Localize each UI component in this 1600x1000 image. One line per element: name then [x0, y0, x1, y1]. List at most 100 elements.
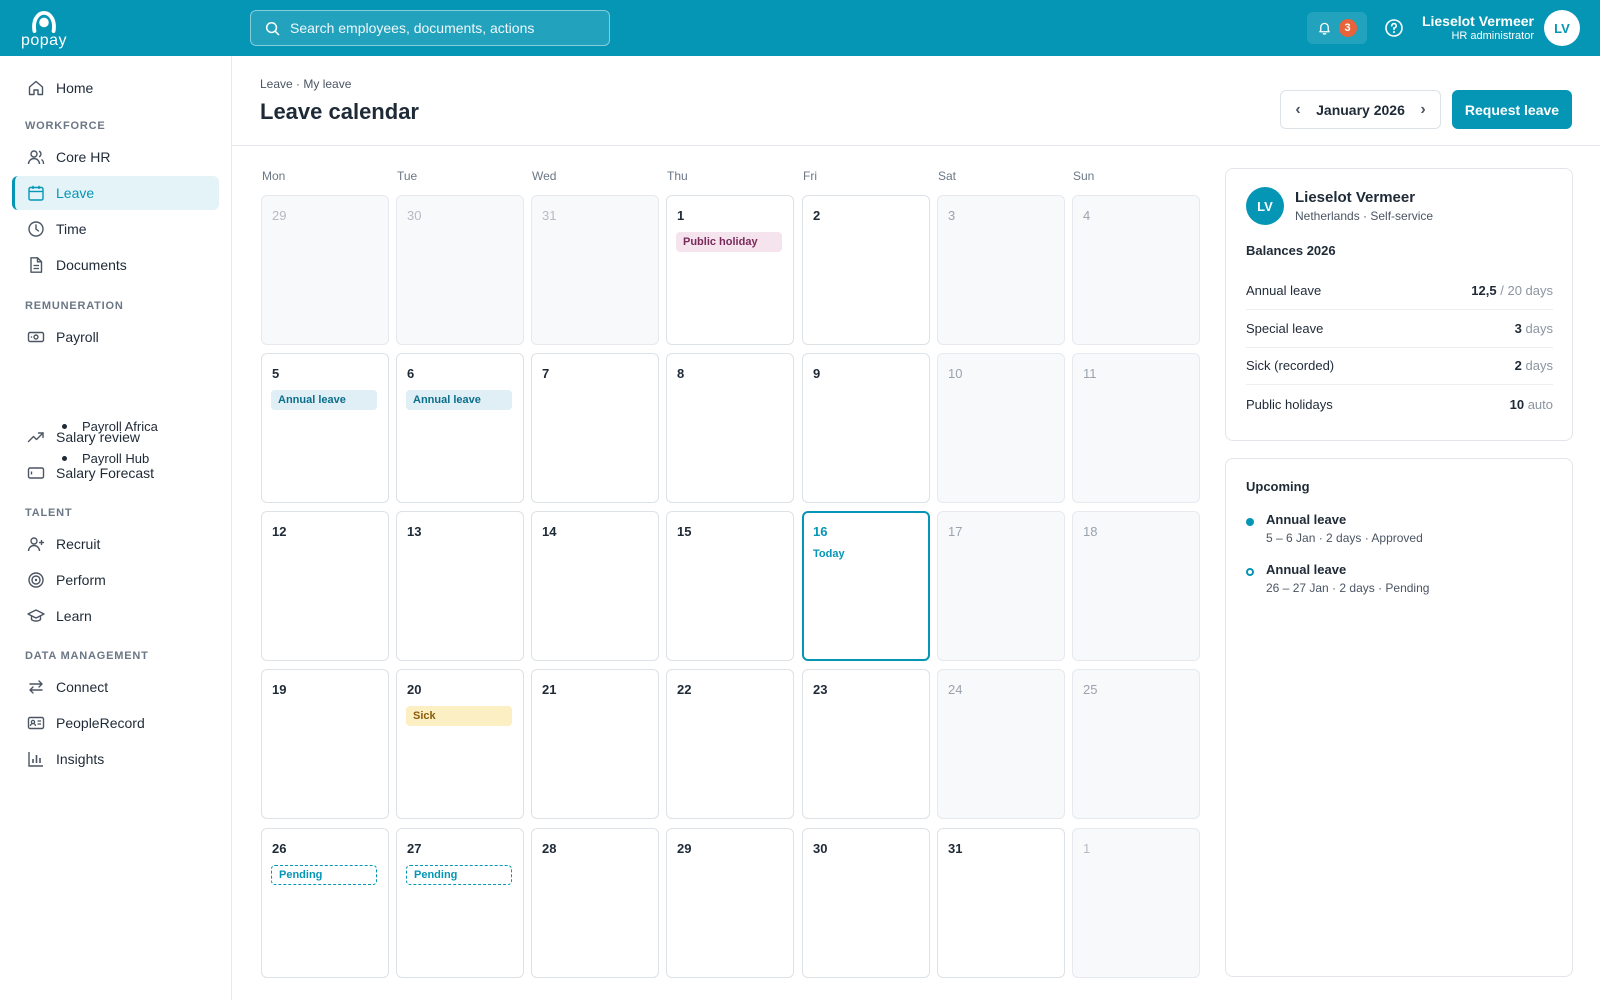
calendar-day[interactable]: 4	[1072, 195, 1200, 345]
sidebar-item-insights[interactable]: Insights	[12, 742, 219, 776]
leave-event-holiday[interactable]: Public holiday	[676, 232, 782, 252]
sidebar-item-learn[interactable]: Learn	[12, 599, 219, 633]
calendar-day[interactable]: 30	[396, 195, 524, 345]
day-number: 3	[948, 208, 956, 223]
sidebar-item-label: PeopleRecord	[56, 715, 145, 731]
sidebar-item-documents[interactable]: Documents	[12, 248, 219, 282]
leave-event-pending[interactable]: Pending	[271, 865, 377, 885]
day-number: 26	[272, 841, 287, 856]
upcoming-item[interactable]: Annual leave 5 – 6 Jan · 2 days · Approv…	[1246, 512, 1546, 552]
calendar-day[interactable]: 30	[802, 828, 930, 978]
calendar-day[interactable]: 1 Public holiday	[666, 195, 794, 345]
header-divider	[232, 145, 1600, 146]
day-number: 29	[677, 841, 692, 856]
sidebar-item-core-hr[interactable]: Core HR	[12, 140, 219, 174]
calendar-day[interactable]: 11	[1072, 353, 1200, 503]
calendar-day[interactable]: 2	[802, 195, 930, 345]
search-input[interactable]	[290, 20, 590, 36]
leave-event-annual[interactable]: Annual leave	[271, 390, 377, 410]
calendar-day[interactable]: 31	[937, 828, 1065, 978]
calendar-day[interactable]: 29	[261, 195, 389, 345]
logo-text: popay	[20, 32, 68, 49]
sidebar-item-peoplerecord[interactable]: PeopleRecord	[12, 706, 219, 740]
chevron-right-icon[interactable]: ›	[1416, 101, 1430, 119]
calendar-day[interactable]: 14	[531, 511, 659, 661]
sidebar-item-time[interactable]: Time	[12, 212, 219, 246]
sidebar-item-recruit[interactable]: Recruit	[12, 527, 219, 561]
calendar-day[interactable]: 15	[666, 511, 794, 661]
sidebar-item-leave[interactable]: Leave	[12, 176, 219, 210]
day-number: 13	[407, 524, 422, 539]
calendar-day[interactable]: 19	[261, 669, 389, 819]
calendar-day[interactable]: 22	[666, 669, 794, 819]
nav-section-workforce: WORKFORCE	[25, 120, 106, 132]
sidebar-item-home[interactable]: Home	[12, 71, 219, 105]
global-search[interactable]	[250, 10, 610, 46]
request-leave-button[interactable]: Request leave	[1452, 90, 1572, 129]
calendar-day[interactable]: 5 Annual leave	[261, 353, 389, 503]
calendar-day[interactable]: 29	[666, 828, 794, 978]
calendar-day[interactable]: 7	[531, 353, 659, 503]
sidebar-item-label: Salary review	[56, 429, 141, 445]
calendar-day[interactable]: 10	[937, 353, 1065, 503]
notifications-button[interactable]: 3	[1307, 12, 1367, 44]
calendar-day[interactable]: 25	[1072, 669, 1200, 819]
weekday-header: Thu	[667, 169, 688, 183]
calendar-day[interactable]: 26 Pending	[261, 828, 389, 978]
profile-subtitle: Netherlands · Self-service	[1295, 209, 1434, 223]
user-menu[interactable]: Lieselot Vermeer HR administrator	[1422, 13, 1534, 43]
weekday-header: Tue	[397, 169, 418, 183]
balance-value: 3 days	[1515, 321, 1553, 336]
day-number: 15	[677, 524, 692, 539]
chevron-left-icon[interactable]: ‹	[1291, 101, 1305, 119]
calendar-day[interactable]: 31	[531, 195, 659, 345]
calendar-day[interactable]: 8	[666, 353, 794, 503]
leave-event-pending[interactable]: Pending	[406, 865, 512, 885]
sidebar-item-label: Documents	[56, 257, 127, 273]
day-number: 16	[813, 524, 828, 539]
calendar-day[interactable]: 27 Pending	[396, 828, 524, 978]
calendar-day[interactable]: 21	[531, 669, 659, 819]
sidebar-item-connect[interactable]: Connect	[12, 670, 219, 704]
calendar-day[interactable]: 18	[1072, 511, 1200, 661]
balance-label: Public holidays	[1246, 396, 1333, 412]
leave-event-annual[interactable]: Annual leave	[406, 390, 512, 410]
day-number: 25	[1083, 682, 1098, 697]
calendar-day[interactable]: 6 Annual leave	[396, 353, 524, 503]
help-circle-icon[interactable]	[1384, 18, 1404, 38]
sidebar-item-salary-review[interactable]: Salary review	[12, 420, 219, 454]
weekday-header: Sun	[1073, 169, 1095, 183]
user-name: Lieselot Vermeer	[1421, 13, 1534, 29]
nav-section-remuneration: REMUNERATION	[25, 300, 124, 312]
upcoming-item[interactable]: Annual leave 26 – 27 Jan · 2 days · Pend…	[1246, 562, 1546, 602]
calendar-day[interactable]: 3	[937, 195, 1065, 345]
sidebar-item-label: Payroll	[56, 329, 99, 345]
calendar-day[interactable]: 20 Sick	[396, 669, 524, 819]
calendar-day[interactable]: 9	[802, 353, 930, 503]
leave-event-sick[interactable]: Sick	[406, 706, 512, 726]
weekday-header: Mon	[262, 169, 286, 183]
calendar-day[interactable]: 17	[937, 511, 1065, 661]
sidebar-item-payroll[interactable]: Payroll	[12, 320, 219, 354]
calendar-day-today[interactable]: 16 Today	[802, 511, 930, 661]
calendar-day[interactable]: 23	[802, 669, 930, 819]
breadcrumb[interactable]: Leave · My leave	[260, 77, 351, 91]
balance-unit: days	[1525, 358, 1553, 373]
upcoming-item-title: Annual leave	[1266, 562, 1347, 577]
calendar-icon	[26, 183, 46, 203]
sidebar-item-salary-forecast[interactable]: Salary Forecast	[12, 456, 219, 490]
calendar-day[interactable]: 1	[1072, 828, 1200, 978]
calendar-day[interactable]: 28	[531, 828, 659, 978]
day-number: 31	[542, 208, 557, 223]
popay-logo[interactable]: popay	[20, 10, 68, 49]
status-dot-icon	[1246, 518, 1254, 526]
upcoming-item-title: Annual leave	[1266, 512, 1347, 527]
sidebar-item-perform[interactable]: Perform	[12, 563, 219, 597]
calendar-day[interactable]: 24	[937, 669, 1065, 819]
current-month: January 2026	[1316, 101, 1405, 118]
calendar-day[interactable]: 13	[396, 511, 524, 661]
calendar-day[interactable]: 12	[261, 511, 389, 661]
user-avatar[interactable]: LV	[1544, 10, 1580, 46]
balance-value: 10 auto	[1510, 397, 1553, 412]
day-number: 14	[542, 524, 557, 539]
